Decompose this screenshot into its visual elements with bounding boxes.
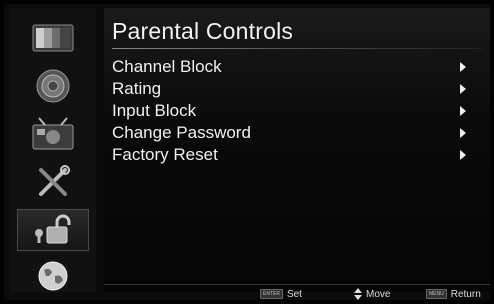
menu-item-input-block[interactable]: Input Block <box>112 100 472 122</box>
channel-icon <box>32 117 74 150</box>
footer-divider <box>104 284 490 285</box>
menu-key-icon: MENU <box>426 289 447 299</box>
menu-item-label: Change Password <box>112 123 251 142</box>
menu-item-factory-reset[interactable]: Factory Reset <box>112 144 472 166</box>
menu-item-change-password[interactable]: Change Password <box>112 122 472 144</box>
main-panel: Parental Controls Channel Block Rating I… <box>104 8 490 292</box>
page-title: Parental Controls <box>112 18 294 44</box>
chevron-right-icon <box>460 106 466 116</box>
sidebar-item-sound[interactable] <box>18 66 88 106</box>
hint-set-label: Set <box>286 288 302 300</box>
sidebar-item-language[interactable] <box>18 256 88 296</box>
hint-set: ENTER Set <box>260 287 302 301</box>
hint-move: Move <box>354 287 390 301</box>
up-down-arrow-icon <box>354 288 362 300</box>
hint-move-label: Move <box>366 288 391 300</box>
hint-return: MENU Return <box>426 287 481 301</box>
globe-icon <box>38 261 68 291</box>
menu-item-rating[interactable]: Rating <box>112 78 472 100</box>
sidebar <box>10 8 96 292</box>
sidebar-item-lock[interactable] <box>17 209 89 251</box>
chevron-right-icon <box>460 128 466 138</box>
menu-item-label: Factory Reset <box>112 145 218 164</box>
chevron-right-icon <box>460 62 466 72</box>
picture-icon <box>32 24 74 52</box>
menu-item-label: Rating <box>112 79 162 98</box>
menu-item-label: Channel Block <box>112 57 222 76</box>
sidebar-item-picture[interactable] <box>18 18 88 58</box>
enter-key-icon: ENTER <box>260 289 283 299</box>
parental-menu: Channel Block Rating Input Block Change … <box>112 56 472 166</box>
chevron-right-icon <box>460 84 466 94</box>
menu-item-channel-block[interactable]: Channel Block <box>112 56 472 78</box>
hint-return-label: Return <box>450 288 481 300</box>
sidebar-item-channel[interactable] <box>18 114 88 154</box>
menu-item-label: Input Block <box>112 101 197 120</box>
title-divider <box>112 48 482 49</box>
footer-hints: ENTER Set Move MENU Return <box>104 284 490 300</box>
sound-icon <box>36 69 70 103</box>
lock-icon <box>35 214 71 244</box>
chevron-right-icon <box>460 150 466 160</box>
sidebar-item-setup[interactable] <box>18 162 88 202</box>
tv-screen: Parental Controls Channel Block Rating I… <box>0 0 494 304</box>
setup-tools-icon <box>39 165 70 196</box>
